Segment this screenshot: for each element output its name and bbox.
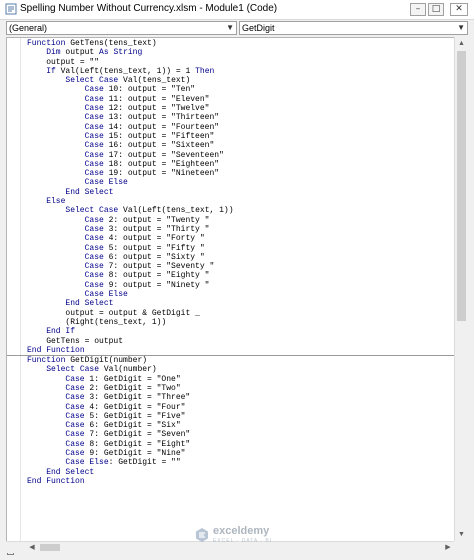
code-line: End Function: [27, 345, 85, 355]
code-line: output = "": [46, 57, 100, 67]
code-line: (Right(tens_text, 1)): [27, 317, 167, 327]
breakpoint-margin[interactable]: [7, 38, 21, 541]
code-line: Case 19: output = "Nineteen": [84, 169, 220, 179]
object-dropdown-value: (General): [9, 23, 48, 33]
code-line: Case 15: output = "Fifteen": [84, 131, 215, 141]
code-line: Case 6: output = "Sixty ": [84, 252, 205, 262]
code-line: Case 2: output = "Twenty ": [84, 215, 210, 225]
code-line: Case 3: output = "Thirty ": [84, 224, 210, 234]
code-line: Case 9: GetDigit = "Nine": [65, 449, 186, 459]
minimize-button[interactable]: –: [410, 3, 426, 16]
code-line: Case 5: output = "Fifty ": [84, 243, 205, 253]
watermark: exceldemy EXCEL · DATA · BI: [194, 526, 272, 544]
exceldemy-logo-icon: [196, 528, 208, 542]
code-line: Case 9: output = "Ninety ": [84, 280, 210, 290]
code-line: End Select: [46, 467, 95, 477]
code-line: Case 18: output = "Eighteen": [84, 159, 220, 169]
watermark-brand: exceldemy: [213, 525, 270, 537]
code-line: Case Else: GetDigit = "": [65, 458, 181, 468]
code-line: Function GetTens(tens_text): [27, 39, 157, 48]
code-line: Case 11: output = "Eleven": [84, 94, 210, 104]
code-text[interactable]: Function GetTens(tens_text) Dim output A…: [7, 39, 454, 486]
code-line: Else: [46, 197, 66, 207]
code-line: Select Case Val(Left(tens_text, 1)): [65, 206, 234, 216]
code-line: Case 4: GetDigit = "Four": [65, 402, 186, 412]
scroll-left-icon[interactable]: ◀: [26, 542, 38, 553]
code-line: Case 1: GetDigit = "One": [65, 374, 181, 384]
title-bar: Spelling Number Without Currency.xlsm - …: [0, 0, 474, 20]
code-line: Case 2: GetDigit = "Two": [65, 383, 181, 393]
watermark-tagline: EXCEL · DATA · BI: [213, 538, 273, 544]
code-line: Case 17: output = "Seventeen": [84, 150, 224, 160]
horizontal-scroll-thumb[interactable]: [40, 544, 60, 551]
code-line: Case 4: output = "Forty ": [84, 234, 205, 244]
code-line: Case 7: output = "Seventy ": [84, 262, 215, 272]
code-line: Case 3: GetDigit = "Three": [65, 393, 191, 403]
code-line: Case 16: output = "Sixteen": [84, 141, 215, 151]
scroll-right-icon[interactable]: ▶: [442, 542, 454, 553]
code-line: output = output & GetDigit _: [65, 308, 200, 318]
chevron-down-icon: ▼: [226, 23, 234, 32]
procedure-toolbar: (General) ▼ GetDigit ▼: [0, 20, 474, 36]
code-line: Case 14: output = "Fourteen": [84, 122, 220, 132]
code-line: End If: [46, 327, 76, 337]
vba-module-icon: [5, 3, 17, 15]
code-line: Case 12: output = "Twelve": [84, 104, 210, 114]
code-line: Case 7: GetDigit = "Seven": [65, 430, 191, 440]
code-line: End Select: [65, 299, 114, 309]
scroll-down-icon[interactable]: ▼: [455, 528, 468, 541]
code-line: Case 6: GetDigit = "Six": [65, 421, 181, 431]
vertical-scroll-thumb[interactable]: [457, 51, 466, 321]
vertical-scrollbar[interactable]: ▲ ▼: [454, 37, 468, 541]
close-button[interactable]: ✕: [450, 3, 468, 16]
procedure-dropdown[interactable]: GetDigit ▼: [239, 21, 468, 35]
procedure-separator: [7, 355, 454, 357]
code-line: Case 5: GetDigit = "Five": [65, 411, 186, 421]
code-line: Case Else: [84, 178, 128, 188]
code-editor[interactable]: Function GetTens(tens_text) Dim output A…: [6, 37, 454, 541]
maximize-button[interactable]: □: [428, 3, 444, 16]
code-line: Case 8: GetDigit = "Eight": [65, 439, 191, 449]
scroll-up-icon[interactable]: ▲: [455, 37, 468, 50]
chevron-down-icon: ▼: [457, 23, 465, 32]
code-line: GetTens = output: [46, 336, 124, 346]
code-line: Select Case Val(number): [46, 365, 157, 375]
code-line: Case Else: [84, 290, 128, 300]
code-line: Case 13: output = "Thirteen": [84, 113, 220, 123]
code-line: Case 8: output = "Eighty ": [84, 271, 210, 281]
code-line: Dim output As String: [46, 48, 143, 58]
object-dropdown[interactable]: (General) ▼: [6, 21, 237, 35]
window-title: Spelling Number Without Currency.xlsm - …: [20, 3, 278, 14]
code-line: Select Case Val(tens_text): [65, 76, 191, 86]
code-line: End Function: [27, 476, 85, 486]
code-line: If Val(Left(tens_text, 1)) = 1 Then: [46, 66, 215, 76]
code-line: End Select: [65, 187, 114, 197]
code-line: Case 10: output = "Ten": [84, 85, 196, 95]
code-line: Function GetDigit(number): [27, 356, 148, 366]
procedure-dropdown-value: GetDigit: [242, 23, 275, 33]
